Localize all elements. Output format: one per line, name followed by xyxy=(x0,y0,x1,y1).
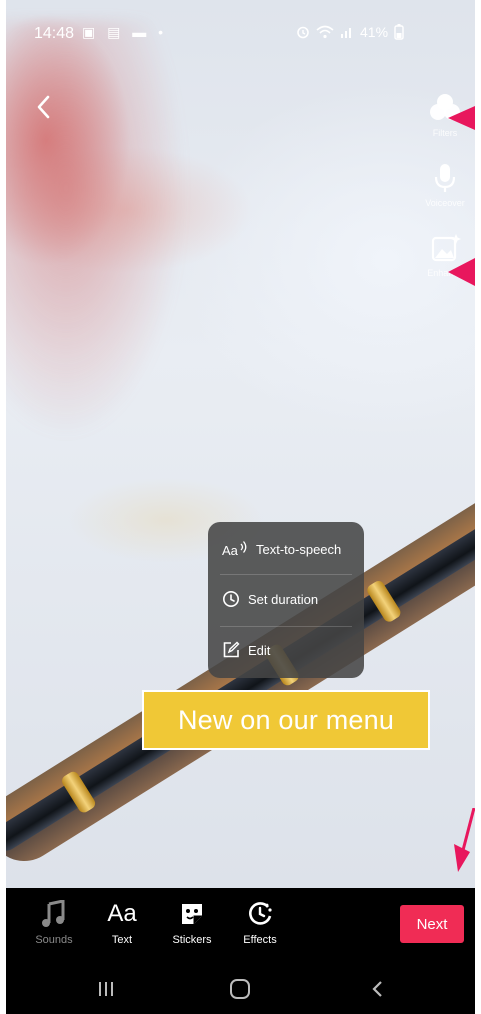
effects-clock-icon xyxy=(249,902,272,925)
nav-back-button[interactable] xyxy=(358,972,398,1006)
caption-text: New on our menu xyxy=(177,704,395,735)
stickers-button[interactable]: Stickers xyxy=(160,898,224,946)
video-preview[interactable] xyxy=(6,0,475,888)
text-to-speech-option[interactable]: Aa Text-to-speech xyxy=(222,538,341,560)
text-label: Text xyxy=(111,934,133,946)
bottom-toolbar: Sounds Aa Text Stickers Effects Next xyxy=(6,888,475,964)
sounds-button[interactable]: Sounds xyxy=(22,898,86,946)
svg-text:Aa: Aa xyxy=(222,543,239,558)
voiceover-button[interactable]: Voiceover xyxy=(410,162,475,208)
battery-icon xyxy=(394,24,404,40)
stickers-label: Stickers xyxy=(172,934,212,946)
home-icon xyxy=(230,979,250,999)
home-button[interactable] xyxy=(220,972,260,1006)
alarm-icon xyxy=(297,26,309,39)
status-time: 14:48 xyxy=(34,25,75,42)
battery-percent: 41% xyxy=(360,24,389,40)
chevron-left-icon xyxy=(37,95,50,119)
sticker-icon xyxy=(182,904,202,924)
clock-icon xyxy=(223,591,239,607)
caption-text-box[interactable]: New on our menu xyxy=(142,690,430,750)
annotation-arrow-icon xyxy=(448,258,475,286)
signal-icon xyxy=(341,28,351,38)
voiceover-label: Voiceover xyxy=(425,198,465,208)
effects-button[interactable]: Effects xyxy=(228,898,292,946)
sounds-label: Sounds xyxy=(35,934,73,946)
system-nav-bar xyxy=(6,964,475,1014)
preview-blur xyxy=(6,20,186,440)
edit-icon xyxy=(223,641,240,658)
microphone-icon xyxy=(434,164,456,192)
edit-option[interactable]: Edit xyxy=(222,639,270,661)
editor-screen: 14:48 ▣ ▤ ▬ • 41% Filters Voiceover Enha… xyxy=(6,0,475,1014)
text-to-speech-label: Text-to-speech xyxy=(256,541,342,557)
status-right: 41% xyxy=(296,24,404,40)
set-duration-option[interactable]: Set duration xyxy=(222,588,318,610)
status-bar: 14:48 ▣ ▤ ▬ • 41% xyxy=(6,0,475,70)
effects-label: Effects xyxy=(243,934,277,946)
text-options-menu: Aa Text-to-speech Set duration Edit xyxy=(208,522,364,678)
menu-divider xyxy=(220,626,352,627)
recent-apps-button[interactable] xyxy=(86,972,126,1006)
back-button[interactable] xyxy=(30,92,60,122)
recent-apps-icon xyxy=(99,982,113,996)
text-aa-icon: Aa xyxy=(107,900,137,927)
music-note-icon xyxy=(42,900,65,927)
notification-icons: ▣ ▤ ▬ • xyxy=(82,24,168,40)
annotation-arrow-icon xyxy=(454,808,475,872)
set-duration-label: Set duration xyxy=(248,591,319,607)
edit-label: Edit xyxy=(248,642,271,658)
chevron-left-icon xyxy=(372,981,382,997)
wifi-icon xyxy=(316,25,334,39)
next-button[interactable]: Next xyxy=(400,905,464,943)
text-button[interactable]: Aa Text xyxy=(90,898,154,946)
menu-divider xyxy=(220,574,352,575)
annotation-arrow-icon xyxy=(448,106,475,130)
text-to-speech-icon: Aa xyxy=(222,541,247,558)
